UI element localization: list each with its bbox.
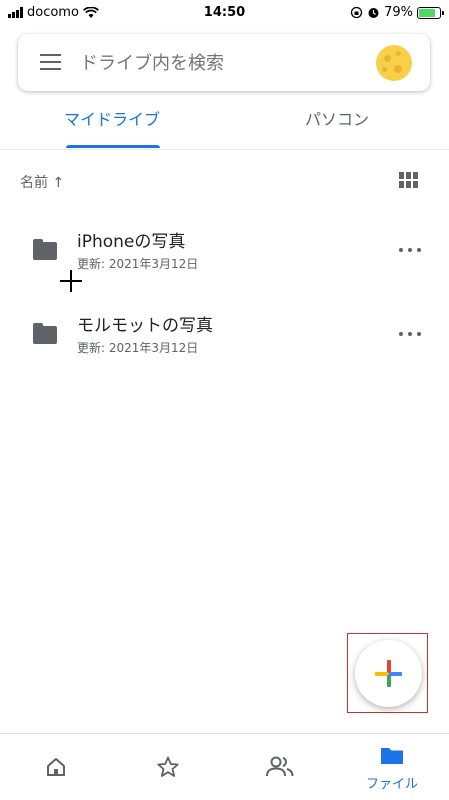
- search-input[interactable]: [80, 48, 360, 78]
- nav-files-label: ファイル: [365, 777, 418, 792]
- more-options-icon[interactable]: [399, 240, 421, 260]
- menu-icon[interactable]: [40, 54, 61, 70]
- sort-row: 名前 ↑: [0, 150, 449, 210]
- tab-bar: マイドライブ パソコン: [0, 100, 449, 150]
- new-button[interactable]: [355, 640, 422, 707]
- bottom-nav: ファイル: [0, 733, 449, 800]
- plus-icon-bottom: [387, 674, 391, 687]
- orientation-lock-icon: [350, 6, 363, 19]
- folder-icon: [381, 748, 403, 764]
- tab-my-drive[interactable]: マイドライブ: [0, 100, 224, 150]
- search-bar[interactable]: [18, 34, 430, 91]
- folder-icon: [33, 239, 57, 260]
- folder-icon: [33, 323, 57, 344]
- nav-home[interactable]: [0, 734, 112, 800]
- plus-icon-right: [389, 672, 402, 676]
- file-name: モルモットの写真: [77, 316, 213, 336]
- more-options-icon[interactable]: [399, 324, 421, 344]
- sort-by-name-button[interactable]: 名前 ↑: [20, 172, 64, 192]
- cursor-crosshair: [60, 270, 82, 292]
- alarm-icon: [368, 8, 379, 18]
- plus-icon-left: [375, 672, 388, 676]
- file-name: iPhoneの写真: [77, 232, 186, 252]
- nav-shared[interactable]: [224, 734, 336, 800]
- tab-indicator: [66, 145, 160, 148]
- battery-icon: [417, 6, 444, 19]
- file-modified: 更新: 2021年3月12日: [77, 257, 199, 271]
- status-right: 79%: [350, 5, 444, 20]
- avatar[interactable]: [376, 45, 412, 81]
- file-modified: 更新: 2021年3月12日: [77, 341, 199, 355]
- status-bar: docomo 14:50 79%: [0, 0, 449, 26]
- list-item[interactable]: モルモットの写真 更新: 2021年3月12日: [0, 302, 449, 378]
- shared-icon: [266, 756, 294, 777]
- star-icon: [157, 756, 179, 777]
- tab-computers[interactable]: パソコン: [225, 100, 449, 150]
- home-icon: [47, 758, 65, 776]
- nav-starred[interactable]: [112, 734, 224, 800]
- nav-files[interactable]: ファイル: [336, 734, 448, 800]
- grid-view-icon[interactable]: [399, 172, 418, 188]
- battery-percent: 79%: [384, 5, 413, 20]
